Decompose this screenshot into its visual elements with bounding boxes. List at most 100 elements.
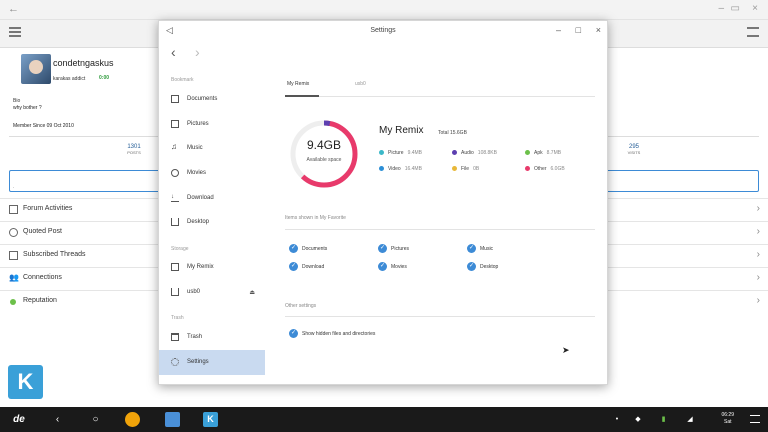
pictures-icon bbox=[171, 120, 179, 128]
checkbox-label: Pictures bbox=[391, 245, 410, 252]
legend-dot bbox=[379, 166, 384, 172]
nav-bar: ‹ › bbox=[159, 41, 607, 65]
posts-stat[interactable]: 1301 POSTS bbox=[104, 144, 164, 155]
sidebar-item-label: Music bbox=[187, 145, 203, 151]
legend-dot bbox=[452, 150, 457, 156]
used-space-value: 9.4GB bbox=[306, 138, 342, 152]
kaskus-taskbar-icon[interactable]: K bbox=[203, 412, 218, 427]
legend-picture: Picture 9.4MB bbox=[379, 150, 422, 156]
favorite-movies-checkbox[interactable]: ✓ Movies bbox=[378, 262, 407, 271]
square-icon bbox=[9, 205, 18, 214]
sidebar-item-my-remix[interactable]: My Remix bbox=[159, 255, 265, 280]
settings-content: My Remix usb0 9.4GB Available space My R… bbox=[265, 65, 607, 385]
favorite-music-checkbox[interactable]: ✓ Music bbox=[467, 244, 493, 253]
maximize-icon[interactable]: ▭ bbox=[731, 3, 740, 14]
favorite-pictures-checkbox[interactable]: ✓ Pictures bbox=[378, 244, 409, 253]
eject-icon[interactable]: ⏏ bbox=[249, 289, 255, 296]
check-icon: ✓ bbox=[378, 244, 387, 253]
check-icon: ✓ bbox=[289, 262, 298, 271]
usb-icon bbox=[171, 288, 179, 296]
close-icon[interactable]: × bbox=[752, 3, 758, 14]
visits-stat[interactable]: 295 VISITS bbox=[604, 144, 664, 155]
documents-icon bbox=[171, 95, 179, 103]
bio-label: Bio bbox=[13, 98, 21, 104]
tab-my-remix[interactable]: My Remix bbox=[287, 81, 309, 87]
music-icon: ♫ bbox=[171, 142, 177, 151]
coin-app-icon[interactable] bbox=[125, 412, 140, 427]
avatar[interactable] bbox=[21, 54, 51, 84]
home-icon[interactable]: ○ bbox=[88, 412, 103, 427]
sidebar-item-trash[interactable]: Trash bbox=[159, 325, 265, 350]
check-icon: ✓ bbox=[289, 244, 298, 253]
check-icon: ✓ bbox=[378, 262, 387, 271]
menu-icon[interactable] bbox=[747, 27, 759, 37]
hamburger-menu-icon[interactable] bbox=[9, 27, 21, 37]
sidebar-item-label: Settings bbox=[187, 359, 209, 365]
start-button[interactable]: de bbox=[10, 412, 28, 427]
mouse-cursor-icon: ➤ bbox=[562, 345, 570, 355]
minimize-icon[interactable]: – bbox=[718, 3, 724, 14]
forward-arrow-icon[interactable]: › bbox=[195, 44, 200, 60]
tab-usb0[interactable]: usb0 bbox=[355, 81, 366, 87]
back-arrow-icon[interactable]: ‹ bbox=[171, 44, 176, 60]
people-icon: 👥 bbox=[9, 273, 19, 282]
favorites-section-label: Items shown in My Favorite bbox=[285, 215, 346, 221]
sidebar-item-movies[interactable]: Movies bbox=[159, 161, 265, 186]
bio-text: why bother ? bbox=[13, 105, 42, 111]
desktop-icon bbox=[171, 218, 179, 226]
favorite-download-checkbox[interactable]: ✓ Download bbox=[289, 262, 324, 271]
clock-time: 06:29 bbox=[721, 412, 734, 418]
sidebar-item-pictures[interactable]: Pictures bbox=[159, 112, 265, 137]
legend-size: 6.0GB bbox=[550, 166, 565, 172]
title-bar: ◁ Settings – □ × bbox=[159, 21, 607, 41]
user-title: karakas addict bbox=[53, 76, 86, 82]
legend-size: 0B bbox=[473, 166, 480, 172]
favorite-documents-checkbox[interactable]: ✓ Documents bbox=[289, 244, 327, 253]
divider bbox=[285, 229, 595, 230]
favorite-desktop-checkbox[interactable]: ✓ Desktop bbox=[467, 262, 498, 271]
sidebar-item-label: Pictures bbox=[187, 121, 209, 127]
legend-size: 8.7MB bbox=[546, 150, 562, 156]
legend-name: File bbox=[461, 166, 470, 172]
settings-icon bbox=[171, 358, 179, 366]
sidebar-item-usb0[interactable]: usb0 ⏏ bbox=[159, 280, 265, 305]
notification-icon[interactable]: • bbox=[612, 412, 622, 427]
settings-window: ◁ Settings – □ × ‹ › Bookmark Documents … bbox=[158, 20, 608, 385]
available-space-label: Available space bbox=[306, 157, 342, 163]
sidebar-item-download[interactable]: ↓ Download bbox=[159, 186, 265, 211]
drive-icon bbox=[171, 263, 179, 271]
taskbar: de ‹ ○ K • ◆ ▮ ◢ 06:29 Sat bbox=[0, 407, 768, 432]
legend-audio: Audio 108.8KB bbox=[452, 150, 497, 156]
checkbox-label: Music bbox=[480, 245, 494, 252]
close-icon[interactable]: × bbox=[596, 25, 601, 35]
sidebar-item-label: Documents bbox=[187, 96, 218, 102]
taskbar-menu-icon[interactable] bbox=[750, 415, 760, 423]
maximize-icon[interactable]: □ bbox=[576, 25, 581, 35]
checkbox-label: Show hidden files and directories bbox=[302, 330, 376, 337]
member-since: Member Since 09 Oct 2010 bbox=[13, 123, 74, 129]
show-hidden-files-checkbox[interactable]: ✓ Show hidden files and directories bbox=[289, 329, 375, 338]
storage-total: Total 15.6GB bbox=[438, 130, 467, 136]
legend-name: Other bbox=[534, 166, 547, 172]
back-icon[interactable]: ‹ bbox=[50, 412, 65, 427]
sidebar-item-settings[interactable]: Settings bbox=[159, 350, 265, 375]
legend-size: 108.8KB bbox=[477, 150, 497, 156]
movies-icon bbox=[171, 169, 179, 177]
chevron-right-icon: › bbox=[756, 226, 760, 237]
kaskus-logo[interactable]: K bbox=[8, 365, 43, 399]
battery-icon[interactable]: ▮ bbox=[656, 412, 671, 427]
storage-title: My Remix bbox=[379, 125, 424, 136]
legend-dot bbox=[452, 166, 457, 172]
sidebar-item-music[interactable]: ♫ Music bbox=[159, 136, 265, 161]
sidebar-item-label: usb0 bbox=[187, 289, 201, 295]
sidebar-item-desktop[interactable]: Desktop bbox=[159, 210, 265, 235]
clock[interactable]: 06:29 Sat bbox=[721, 412, 734, 426]
sidebar-item-documents[interactable]: Documents bbox=[159, 87, 265, 112]
active-tab-indicator bbox=[285, 95, 319, 97]
back-arrow-icon[interactable]: ← bbox=[8, 3, 19, 15]
wifi-icon[interactable]: ◆ bbox=[632, 412, 644, 427]
minimize-icon[interactable]: – bbox=[556, 25, 561, 35]
folder-icon[interactable] bbox=[165, 412, 180, 427]
signal-icon[interactable]: ◢ bbox=[684, 412, 696, 427]
other-settings-label: Other settings bbox=[285, 303, 317, 309]
